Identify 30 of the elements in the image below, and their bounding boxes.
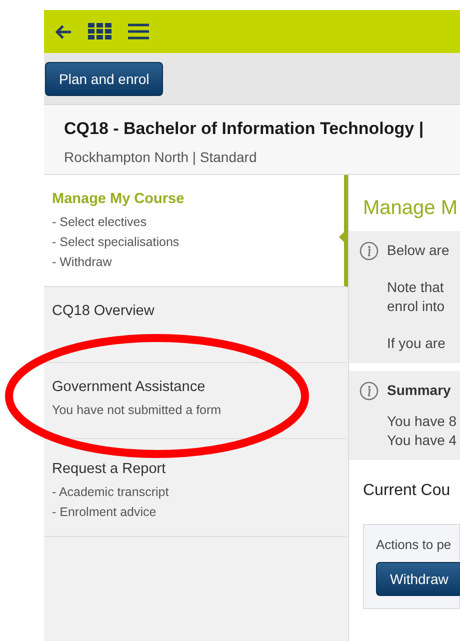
actions-label: Actions to pe [376, 537, 452, 552]
sidebar-item-text: - Select specialisations [52, 234, 180, 251]
course-title: CQ18 - Bachelor of Information Technology | [64, 119, 425, 139]
plan-and-enrol-button[interactable]: Plan and enrol [45, 62, 164, 96]
back-arrow-icon[interactable] [54, 24, 72, 40]
info-icon [359, 241, 379, 261]
summary-text: You have 4 [387, 431, 457, 450]
info-text: enrol into [387, 297, 446, 316]
grid-icon[interactable] [88, 23, 112, 40]
withdraw-button[interactable]: Withdraw [376, 562, 460, 596]
menu-icon[interactable] [128, 23, 149, 40]
summary-text: You have 8 [387, 412, 457, 431]
sidebar-item-title: CQ18 Overview [52, 303, 156, 319]
section-title: Current Cou [362, 481, 452, 501]
sidebar-item-title: Government Assistance [52, 379, 206, 395]
summary-title: Summary [387, 381, 452, 400]
page-heading: Manage M [362, 196, 458, 221]
sidebar-item[interactable]: Manage My Course - Select electives - Select specialisations - Withdraw [44, 175, 348, 287]
sidebar-item-text: - Academic transcript [52, 484, 170, 501]
info-icon [359, 381, 379, 401]
sidebar-item-text: - Withdraw [52, 254, 113, 271]
info-text: If you are [387, 334, 446, 353]
info-text: Below are [387, 241, 450, 260]
sidebar-item-text: - Select electives [52, 214, 148, 231]
sidebar-item-text: You have not submitted a form [52, 402, 222, 419]
course-subtitle: Rockhampton North | Standard [64, 149, 258, 165]
sidebar-item-title: Request a Report [52, 461, 167, 477]
sidebar-item-title: Manage My Course [52, 191, 186, 207]
info-text: Note that [387, 278, 445, 297]
sidebar-item-text: - Enrolment advice [52, 504, 158, 521]
